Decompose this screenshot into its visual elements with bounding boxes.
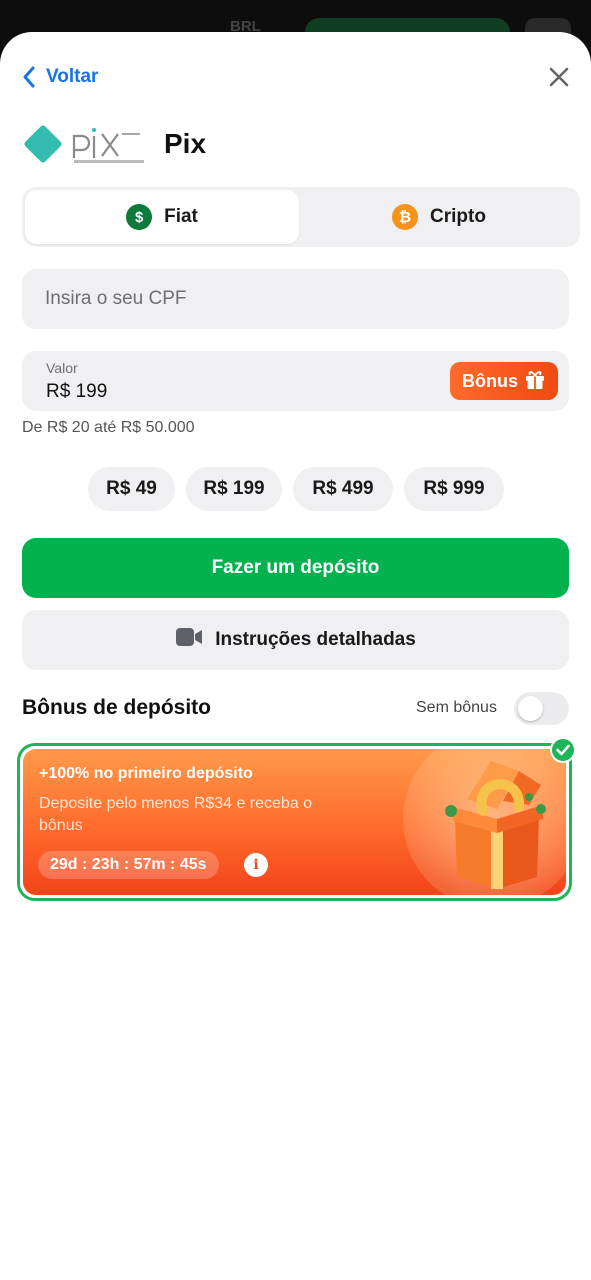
payment-method-header: Pix xyxy=(22,122,206,166)
tab-cripto[interactable]: ₿ Cripto xyxy=(302,190,576,244)
bonus-section-title: Bônus de depósito xyxy=(22,696,211,719)
amount-field[interactable]: Valor R$ 199 Bônus xyxy=(22,351,569,411)
dollar-coin-icon: $ xyxy=(126,204,153,230)
amount-value: R$ 199 xyxy=(46,381,108,402)
offer-countdown: 29d : 23h : 57m : 45s xyxy=(38,851,219,879)
selected-check-icon xyxy=(550,737,576,763)
offer-title: +100% no primeiro depósito xyxy=(39,765,253,782)
bonus-button-label: Bônus xyxy=(462,370,518,391)
bitcoin-icon: ₿ xyxy=(392,204,419,230)
chevron-left-icon xyxy=(22,66,36,88)
back-label: Voltar xyxy=(46,66,99,87)
quick-amount-chip[interactable]: R$ 199 xyxy=(186,467,282,511)
deposit-button[interactable]: Fazer um depósito xyxy=(22,538,569,598)
close-icon[interactable] xyxy=(546,64,572,90)
no-bonus-label: Sem bônus xyxy=(416,699,497,716)
no-bonus-toggle[interactable] xyxy=(514,692,569,725)
quick-amount-chip[interactable]: R$ 499 xyxy=(293,467,393,511)
cpf-field xyxy=(22,269,569,329)
currency-type-tabs: $ Fiat ₿ Cripto xyxy=(22,187,580,247)
amount-label: Valor xyxy=(46,360,78,376)
video-camera-icon xyxy=(175,627,203,653)
tab-fiat-label: Fiat xyxy=(164,206,198,227)
bonus-offer-content: +100% no primeiro depósito Deposite pelo… xyxy=(23,749,566,895)
bonus-button[interactable]: Bônus xyxy=(450,362,558,400)
gift-icon xyxy=(524,368,546,395)
quick-amount-chip[interactable]: R$ 999 xyxy=(404,467,504,511)
toggle-knob xyxy=(518,696,543,721)
payment-method-title: Pix xyxy=(164,128,207,159)
cpf-input[interactable] xyxy=(22,269,569,329)
quick-amount-chip[interactable]: R$ 49 xyxy=(88,467,175,511)
offer-description: Deposite pelo menos R$34 e receba o bônu… xyxy=(39,795,313,834)
quick-amounts: R$ 49 R$ 199 R$ 499 R$ 999 xyxy=(0,467,591,511)
instructions-label: Instruções detalhadas xyxy=(215,629,416,650)
instructions-button[interactable]: Instruções detalhadas xyxy=(22,610,569,670)
info-icon[interactable]: i xyxy=(244,853,268,877)
tab-cripto-label: Cripto xyxy=(430,206,486,227)
deposit-sheet: Voltar Pix $ Fiat ₿ Cripto Insira o seu … xyxy=(0,32,591,1280)
amount-range-hint: De R$ 20 até R$ 50.000 xyxy=(22,419,195,436)
tab-fiat[interactable]: $ Fiat xyxy=(25,190,299,244)
gift-box-icon xyxy=(445,761,546,889)
pix-logo xyxy=(24,125,144,163)
back-button[interactable]: Voltar xyxy=(22,64,98,90)
bonus-offer-card[interactable]: +100% no primeiro depósito Deposite pelo… xyxy=(17,743,572,901)
